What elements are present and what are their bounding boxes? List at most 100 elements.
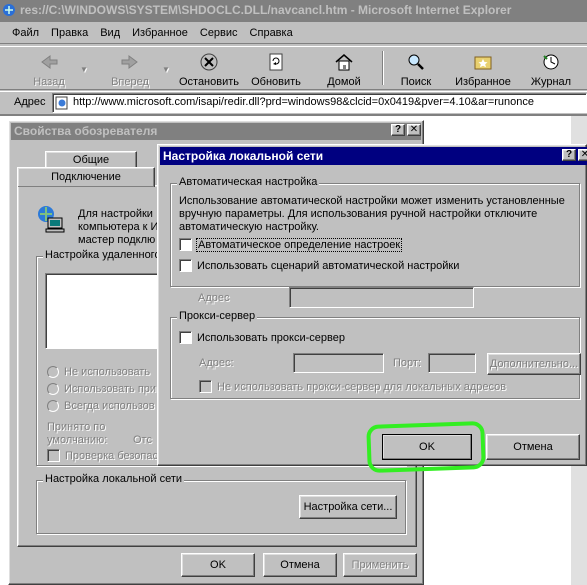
favorites-icon xyxy=(472,52,494,74)
forward-button[interactable]: Вперед xyxy=(104,52,156,88)
lan-cancel-button[interactable]: Отмена xyxy=(486,434,580,460)
toolbar: Назад ▼ Вперед ▼ Остановить Обновить Дом… xyxy=(0,46,587,90)
proxy-port-input[interactable] xyxy=(428,353,476,373)
internet-options-title: Свойства обозревателя xyxy=(14,124,158,138)
menu-help[interactable]: Справка xyxy=(250,27,293,43)
connection-wizard-icon xyxy=(36,204,66,234)
remote-settings-legend: Настройка удаленного xyxy=(43,249,163,261)
proxy-advanced-button[interactable]: Дополнительно... xyxy=(487,353,581,375)
ie-window-title: res://C:\WINDOWS\SYSTEM\SHDOCLC.DLL/navc… xyxy=(20,3,512,17)
stop-label: Остановить xyxy=(178,76,240,88)
proxy-address-input[interactable] xyxy=(293,353,384,373)
home-icon xyxy=(333,52,355,74)
bypass-local-label: Не использовать прокси-сервер для локаль… xyxy=(217,380,507,393)
refresh-icon xyxy=(265,52,287,74)
search-icon xyxy=(405,52,427,74)
proxy-address-label: Адрес: xyxy=(199,357,234,369)
refresh-button[interactable]: Обновить xyxy=(248,52,304,88)
props-cancel-button[interactable]: Отмена xyxy=(263,553,337,577)
internet-options-help-button[interactable]: ? xyxy=(391,124,405,136)
connections-list[interactable] xyxy=(45,273,165,349)
stop-button[interactable]: Остановить xyxy=(176,52,242,88)
bypass-local-option[interactable]: Не использовать прокси-сервер для локаль… xyxy=(199,380,506,393)
security-check[interactable]: Проверка безопас xyxy=(47,449,158,462)
search-button[interactable]: Поиск xyxy=(394,52,438,88)
default-value: Отс xyxy=(133,434,152,446)
lan-settings-button[interactable]: Настройка сети... xyxy=(299,495,397,519)
address-bar: Адрес http://www.microsoft.com/isapi/red… xyxy=(0,91,587,113)
menu-bar: Файл Правка Вид Избранное Сервис Справка xyxy=(0,24,587,44)
menu-view[interactable]: Вид xyxy=(100,27,120,43)
refresh-label: Обновить xyxy=(251,76,301,88)
props-apply-button[interactable]: Применить xyxy=(343,553,417,577)
internet-options-titlebar: Свойства обозревателя ? ✕ xyxy=(11,123,421,140)
menu-file[interactable]: Файл xyxy=(12,27,39,43)
use-script-checkbox xyxy=(179,259,192,272)
menu-edit[interactable]: Правка xyxy=(51,27,88,43)
forward-arrow-icon xyxy=(119,52,141,74)
home-button[interactable]: Домой xyxy=(322,52,366,88)
menu-tools[interactable]: Сервис xyxy=(200,27,238,43)
lan-help-button[interactable]: ? xyxy=(562,149,576,161)
auto-config-group: Автоматическая настройка Использование а… xyxy=(170,176,580,287)
security-check-label: Проверка безопас xyxy=(65,449,158,462)
history-button[interactable]: Журнал xyxy=(526,52,576,88)
ok-highlight-annotation xyxy=(366,420,486,474)
use-proxy-label: Использовать прокси-сервер xyxy=(197,331,345,344)
stop-icon xyxy=(198,52,220,74)
connection-intro-line3: мастер подклю xyxy=(78,234,156,246)
tab-general-label: Общие xyxy=(72,154,110,166)
auto-desc-line3: автоматическую настройку. xyxy=(179,221,319,233)
favorites-button[interactable]: Избранное xyxy=(450,52,516,88)
back-button[interactable]: Назад xyxy=(24,52,74,88)
radio-never-label: Не использовать xyxy=(64,366,151,378)
script-address-input[interactable] xyxy=(289,287,474,308)
forward-dropdown-icon[interactable]: ▼ xyxy=(162,65,170,74)
use-script-label: Использовать сценарий автоматической нас… xyxy=(197,259,460,272)
radio-never-dot xyxy=(47,366,59,378)
lan-close-button[interactable]: ✕ xyxy=(578,149,587,161)
lan-settings-group: Настройка локальной сети Настройка сети.… xyxy=(36,473,406,534)
use-proxy-checkbox xyxy=(179,331,192,344)
back-label: Назад xyxy=(33,76,65,88)
radio-always-label: Всегда использов xyxy=(64,400,155,412)
use-proxy-option[interactable]: Использовать прокси-сервер xyxy=(179,331,345,344)
radio-when-dot xyxy=(47,383,59,395)
proxy-group: Прокси-сервер Использовать прокси-сервер… xyxy=(170,310,581,399)
ie-titlebar: res://C:\WINDOWS\SYSTEM\SHDOCLC.DLL/navc… xyxy=(0,0,587,22)
connection-intro-line2: компьютера к И xyxy=(78,221,159,233)
use-script-option[interactable]: Использовать сценарий автоматической нас… xyxy=(179,259,459,272)
bypass-local-checkbox xyxy=(199,380,212,393)
auto-detect-label: Автоматическое определение настроек xyxy=(195,237,403,252)
props-ok-button[interactable]: OK xyxy=(181,553,255,577)
history-label: Журнал xyxy=(530,76,572,88)
auto-desc-line2: вручную параметры. Для использования руч… xyxy=(179,208,538,220)
radio-when-needed[interactable]: Использовать при xyxy=(47,383,156,395)
lan-title: Настройка локальной сети xyxy=(163,149,324,163)
address-label: Адрес xyxy=(14,96,46,108)
back-arrow-icon xyxy=(38,52,60,74)
proxy-legend: Прокси-сервер xyxy=(177,310,258,322)
auto-detect-checkbox xyxy=(179,238,192,251)
forward-label: Вперед xyxy=(111,76,149,88)
auto-config-legend: Автоматическая настройка xyxy=(177,176,320,188)
back-dropdown-icon[interactable]: ▼ xyxy=(80,65,88,74)
radio-always[interactable]: Всегда использов xyxy=(47,400,155,412)
address-input[interactable]: http://www.microsoft.com/isapi/redir.dll… xyxy=(52,93,587,113)
internet-options-close-button[interactable]: ✕ xyxy=(407,124,421,136)
auto-desc-line1: Использование автоматической настройки м… xyxy=(179,195,565,207)
auto-detect-option[interactable]: Автоматическое определение настроек xyxy=(179,237,403,252)
lan-titlebar: Настройка локальной сети ? ✕ xyxy=(160,147,587,165)
tab-connection-label: Подключение xyxy=(51,171,121,183)
toolbar-separator xyxy=(382,51,384,85)
proxy-port-label: Порт: xyxy=(393,357,421,369)
default-label-line1: Принято по xyxy=(47,421,106,433)
menu-favorites[interactable]: Избранное xyxy=(132,27,188,43)
script-address-label: Адрес xyxy=(198,292,230,304)
page-icon xyxy=(55,96,69,110)
tab-connection[interactable]: Подключение xyxy=(17,167,155,187)
lan-settings-dialog: Настройка локальной сети ? ✕ Автоматичес… xyxy=(157,144,587,466)
search-label: Поиск xyxy=(400,76,432,88)
home-label: Домой xyxy=(327,76,361,88)
radio-never[interactable]: Не использовать xyxy=(47,366,150,378)
